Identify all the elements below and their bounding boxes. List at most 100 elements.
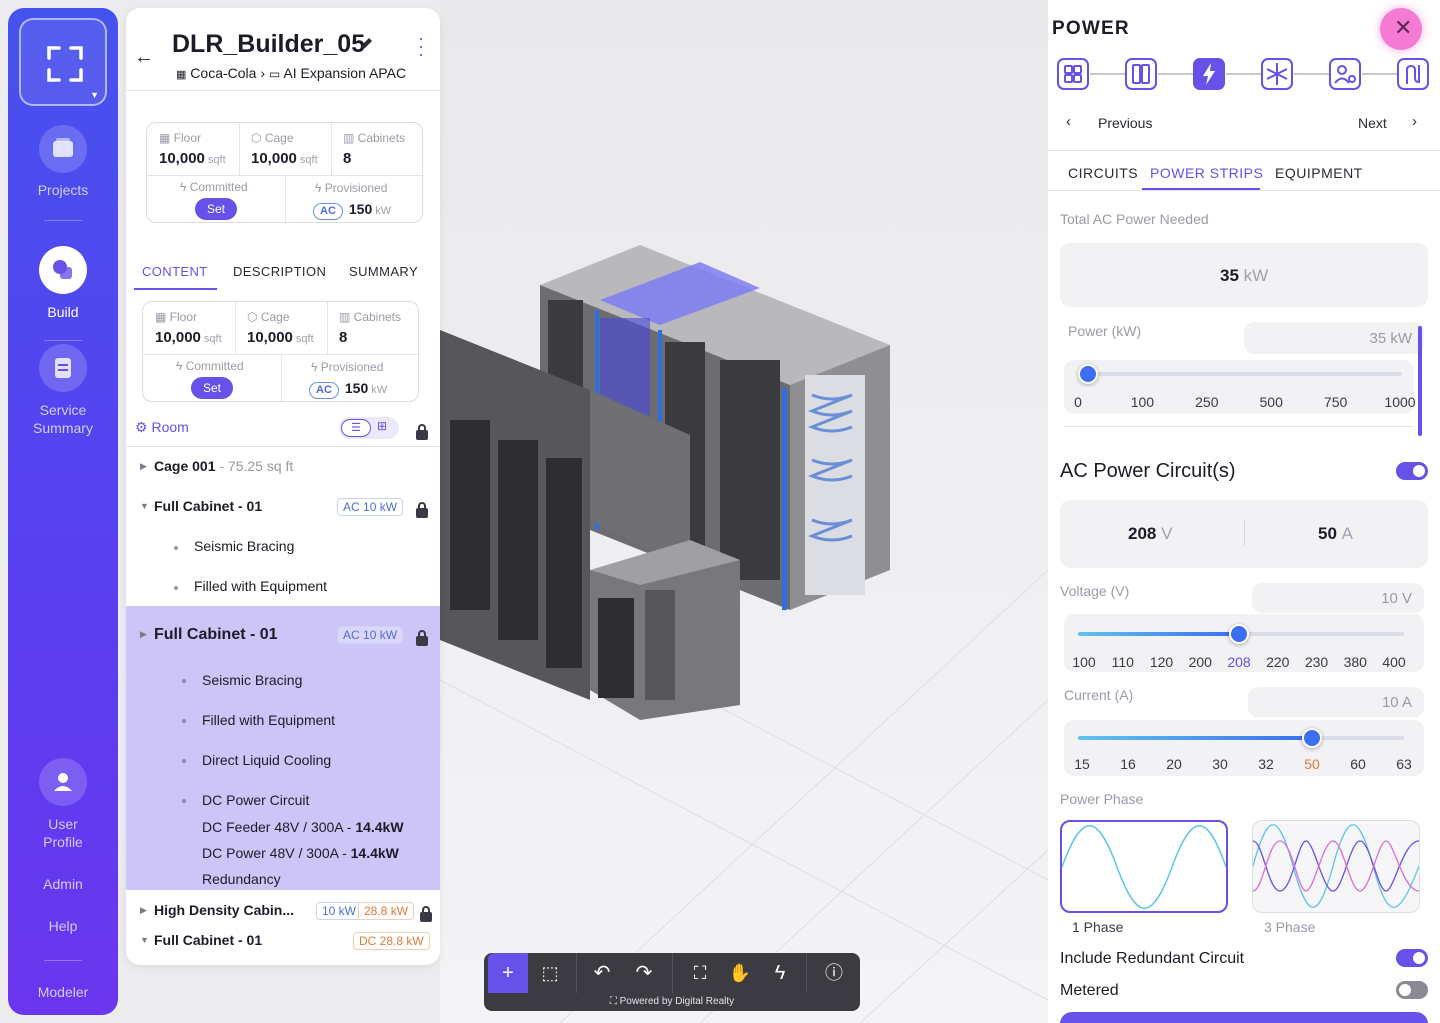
voltage-slider[interactable]: 100 110 120 200 208 220 230 380 400 — [1064, 614, 1424, 672]
scroll-indicator[interactable] — [1418, 326, 1422, 436]
tab-content[interactable]: CONTENT — [142, 264, 208, 279]
tree-item-cage[interactable]: ▶ Cage 001 - 75.25 sq ft — [126, 458, 440, 478]
tree-item-cabinet[interactable]: ▼ Full Cabinet - 01 DC 28.8 kW — [126, 932, 440, 952]
focus-view-icon[interactable]: ⛶ — [680, 953, 720, 993]
tab-summary[interactable]: SUMMARY — [349, 264, 418, 279]
child-label[interactable]: Filled with Equipment — [202, 712, 335, 728]
slider-tick-label[interactable]: 1000 — [1384, 394, 1415, 410]
view-toggle[interactable]: ☰ ⊞ — [339, 417, 399, 439]
tab-equipment[interactable]: EQUIPMENT — [1275, 165, 1363, 181]
metered-toggle[interactable] — [1396, 981, 1428, 999]
service-summary-icon[interactable] — [39, 344, 87, 392]
slider-tick-label[interactable]: 400 — [1382, 654, 1405, 670]
power-step-icon[interactable] — [1193, 58, 1225, 90]
build-icon[interactable] — [39, 246, 87, 294]
caret-down-icon[interactable]: ▼ — [140, 935, 149, 945]
slider-tick-label[interactable]: 32 — [1258, 756, 1274, 772]
slider-tick-label[interactable]: 20 — [1166, 756, 1182, 772]
tree-child[interactable]: Seismic Bracing — [126, 538, 440, 558]
previous-button[interactable]: Previous — [1098, 115, 1152, 131]
lock-icon[interactable] — [416, 424, 428, 440]
tab-power-strips[interactable]: POWER STRIPS — [1150, 165, 1263, 181]
redundant-circuit-toggle[interactable] — [1396, 949, 1428, 967]
slider-tick-label[interactable]: 200 — [1189, 654, 1212, 670]
slider-tick-label[interactable]: 16 — [1120, 756, 1136, 772]
cabinet-step-icon[interactable] — [1125, 58, 1157, 90]
power-lightning-icon[interactable]: ϟ — [760, 953, 800, 993]
room-link[interactable]: ⚙ Room — [135, 419, 189, 436]
slider-tick-label[interactable]: 230 — [1305, 654, 1328, 670]
nav-service-summary[interactable]: Service Summary — [8, 401, 118, 437]
ac-circuit-toggle[interactable] — [1396, 462, 1428, 480]
slider-tick-label[interactable]: 0 — [1074, 394, 1082, 410]
next-button[interactable]: Next — [1358, 115, 1387, 131]
slider-tick-label[interactable]: 110 — [1112, 654, 1134, 670]
nav-build[interactable]: Build — [8, 303, 118, 321]
more-menu-icon[interactable]: · · · — [418, 29, 424, 63]
tab-description[interactable]: DESCRIPTION — [233, 264, 326, 279]
caret-right-icon[interactable]: ▶ — [140, 461, 147, 472]
edit-pencil-icon[interactable] — [358, 36, 374, 52]
user-icon[interactable] — [39, 758, 87, 806]
primary-action-button[interactable] — [1060, 1012, 1428, 1023]
add-icon[interactable]: + — [488, 953, 528, 993]
caret-right-icon[interactable]: ▶ — [140, 905, 147, 916]
slider-tick-label[interactable]: 250 — [1195, 394, 1218, 410]
slider-tick-label[interactable]: 60 — [1350, 756, 1366, 772]
slider-tick-label[interactable]: 100 — [1131, 394, 1154, 410]
undo-icon[interactable]: ↶ — [582, 953, 622, 993]
chevron-left-icon[interactable]: ‹ — [1066, 113, 1071, 130]
redo-icon[interactable]: ↷ — [624, 953, 664, 993]
slider-tick-label[interactable]: 380 — [1344, 654, 1367, 670]
nav-admin[interactable]: Admin — [8, 875, 118, 893]
slider-tick-label[interactable]: 120 — [1150, 654, 1173, 670]
slider-tick-label[interactable]: 208 — [1227, 654, 1250, 670]
power-slider-knob[interactable] — [1077, 364, 1098, 384]
services-step-icon[interactable] — [1329, 58, 1361, 90]
caret-right-icon[interactable]: ▶ — [140, 629, 147, 640]
voltage-input[interactable]: 10 V — [1252, 583, 1424, 613]
chevron-down-icon[interactable]: ▼ — [90, 90, 99, 100]
voltage-slider-knob[interactable] — [1229, 624, 1249, 644]
slider-tick-label[interactable]: 50 — [1304, 756, 1320, 772]
nav-modeler[interactable]: Modeler — [8, 983, 118, 1001]
connectivity-step-icon[interactable] — [1397, 58, 1429, 90]
caret-down-icon[interactable]: ▼ — [140, 501, 149, 511]
breadcrumb-company[interactable]: Coca-Cola — [190, 65, 256, 81]
slider-tick-label[interactable]: 63 — [1396, 756, 1412, 772]
phase-3-option[interactable] — [1252, 820, 1420, 913]
breadcrumb-folder[interactable]: AI Expansion APAC — [283, 65, 406, 81]
tree-item-cabinet[interactable]: ▼ Full Cabinet - 01 AC 10 kW — [126, 498, 440, 518]
selected-cabinet[interactable]: ▶ Full Cabinet - 01 AC 10 kW Seismic Bra… — [126, 606, 440, 890]
slider-tick-label[interactable]: 100 — [1072, 654, 1095, 670]
slider-tick-label[interactable]: 15 — [1074, 756, 1090, 772]
power-slider[interactable]: 0 100 250 500 750 1000 — [1064, 360, 1416, 414]
projects-icon[interactable] — [39, 125, 87, 173]
nav-projects[interactable]: Projects — [8, 181, 118, 199]
slider-tick-label[interactable]: 500 — [1260, 394, 1283, 410]
committed-set-button[interactable]: Set — [195, 198, 237, 220]
slider-tick-label[interactable]: 220 — [1266, 654, 1289, 670]
floor-step-icon[interactable] — [1057, 58, 1089, 90]
lock-icon[interactable] — [416, 630, 428, 646]
tree-child[interactable]: Filled with Equipment — [126, 578, 440, 598]
child-label[interactable]: Seismic Bracing — [202, 672, 302, 688]
close-button[interactable]: ✕ — [1380, 8, 1422, 50]
current-input[interactable]: 10 A — [1248, 687, 1424, 717]
help-icon[interactable]: ⓘ — [814, 953, 854, 993]
lock-icon[interactable] — [416, 502, 428, 518]
chevron-right-icon[interactable]: › — [1412, 113, 1417, 130]
nav-help[interactable]: Help — [8, 917, 118, 935]
back-arrow-icon[interactable]: ← — [134, 46, 154, 69]
current-slider[interactable]: 15 16 20 30 32 50 60 63 — [1064, 720, 1424, 776]
child-label[interactable]: Direct Liquid Cooling — [202, 752, 331, 768]
current-slider-knob[interactable] — [1302, 728, 1322, 748]
child-label[interactable]: DC Power Circuit — [202, 792, 309, 808]
committed-set-button[interactable]: Set — [191, 377, 233, 399]
nav-user-profile[interactable]: User Profile — [8, 815, 118, 851]
tab-circuits[interactable]: CIRCUITS — [1068, 165, 1138, 181]
3d-viewport[interactable] — [440, 0, 1048, 1023]
slider-tick-label[interactable]: 30 — [1212, 756, 1228, 772]
pan-rotate-icon[interactable]: ✋ — [720, 953, 760, 993]
workspace-switcher[interactable]: ▼ — [19, 18, 107, 106]
